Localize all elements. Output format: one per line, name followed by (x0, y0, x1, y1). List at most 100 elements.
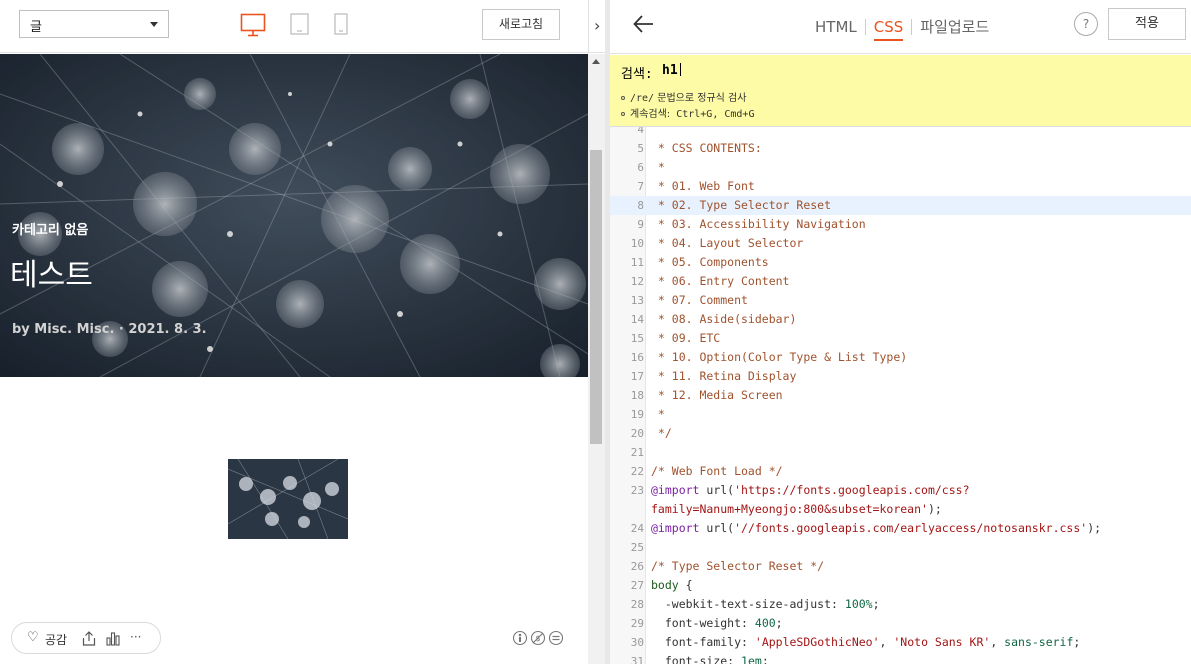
line-number: 10 (630, 237, 644, 250)
post-category[interactable]: 카테고리 없음 (12, 219, 88, 238)
heart-icon[interactable]: ♡ (27, 630, 39, 645)
line-number: 22 (630, 465, 644, 478)
line-text: * 07. Comment (651, 293, 748, 307)
line-text: * 11. Retina Display (651, 369, 797, 383)
code-line[interactable]: 23 @import url('https://fonts.googleapis.… (610, 481, 1191, 500)
tab-file-upload[interactable]: 파일업로드 (920, 16, 989, 37)
code-line[interactable]: 8 * 02. Type Selector Reset (610, 196, 1191, 215)
line-number: 4 (637, 127, 644, 136)
tab-html[interactable]: HTML (815, 18, 857, 36)
line-text: * 09. ETC (651, 331, 721, 345)
help-button[interactable]: ? (1074, 12, 1098, 36)
page-type-select[interactable]: 글 (19, 10, 169, 38)
tab-css[interactable]: CSS (873, 18, 904, 41)
line-text: font-family: 'AppleSDGothicNeo', 'Noto S… (664, 635, 1081, 649)
line-number: 26 (630, 560, 644, 573)
line-number: 30 (630, 636, 644, 649)
code-line[interactable]: 24 @import url('//fonts.googleapis.com/ea… (610, 519, 1191, 538)
line-number: 23 (630, 484, 644, 497)
code-line[interactable]: 11 * 05. Components (610, 253, 1191, 272)
caret-down-icon (150, 22, 158, 27)
line-text: /* Type Selector Reset */ (651, 559, 825, 573)
code-area[interactable]: 4 5 * CSS CONTENTS: 6 * 7 * 01. Web Font 8 *… (610, 127, 1191, 664)
code-editor-pane: HTML CSS 파일업로드 ? 적용 검색: h1 /re/ 문법으로 정규식 검… (610, 0, 1191, 664)
line-number: 29 (630, 617, 644, 630)
search-label: 검색: (621, 67, 653, 82)
post-inline-image (228, 459, 348, 539)
line-number: 21 (630, 446, 644, 459)
page-type-select-value: 글 (30, 20, 42, 35)
line-text: @import url('https://fonts.googleapis.co… (651, 483, 970, 497)
line-text: @import url('//fonts.googleapis.com/earl… (651, 521, 1102, 535)
preview-scrollbar[interactable] (588, 54, 605, 664)
code-line[interactable]: 22 /* Web Font Load */ (610, 462, 1191, 481)
code-line[interactable]: family=Nanum+Myeongjo:800&subset=korean'… (610, 500, 1191, 519)
line-text: -webkit-text-size-adjust: 100%; (664, 597, 880, 611)
code-line[interactable]: 30 font-family: 'AppleSDGothicNeo', 'Not… (610, 633, 1191, 652)
line-text: /* Web Font Load */ (651, 464, 783, 478)
post-hero: 카테고리 없음 테스트 by Misc. Misc. · 2021. 8. 3. (0, 54, 588, 377)
stats-icon[interactable] (106, 631, 120, 646)
refresh-button[interactable]: 새로고침 (482, 9, 560, 40)
line-number: 13 (630, 294, 644, 307)
search-hint-next: 계속검색: Ctrl+G, Cmd+G (621, 105, 754, 120)
code-line[interactable]: 12 * 06. Entry Content (610, 272, 1191, 291)
scroll-up-arrow-icon[interactable] (592, 59, 600, 64)
reaction-bar: ♡ 공감 ··· (11, 622, 161, 654)
more-icon[interactable]: ··· (130, 630, 141, 644)
share-icon[interactable] (82, 631, 96, 646)
scrollbar-thumb[interactable] (590, 150, 602, 444)
search-bar: 검색: h1 /re/ 문법으로 정규식 검사 계속검색: Ctrl+G, Cm… (610, 55, 1191, 127)
code-line[interactable]: 28 -webkit-text-size-adjust: 100%; (610, 595, 1191, 614)
code-line[interactable]: 15 * 09. ETC (610, 329, 1191, 348)
line-number: 16 (630, 351, 644, 364)
code-line[interactable]: 21 (610, 443, 1191, 462)
line-text: * 01. Web Font (651, 179, 755, 193)
line-number: 11 (630, 256, 644, 269)
desktop-view-icon[interactable] (240, 13, 266, 37)
post-meta: by Misc. Misc. · 2021. 8. 3. (12, 322, 207, 337)
line-number: 18 (630, 389, 644, 402)
code-line[interactable]: 4 (610, 127, 1191, 139)
line-text: * 03. Accessibility Navigation (651, 217, 866, 231)
line-number: 9 (637, 218, 644, 231)
preview-toolbar: 글 새로고침 (0, 0, 588, 53)
back-arrow-icon[interactable] (632, 12, 656, 36)
line-number: 19 (630, 408, 644, 421)
apply-button[interactable]: 적용 (1108, 8, 1186, 40)
line-text: * 08. Aside(sidebar) (651, 312, 797, 326)
code-line[interactable]: 26 /* Type Selector Reset */ (610, 557, 1191, 576)
line-text: * 02. Type Selector Reset (651, 198, 832, 212)
editor-header: HTML CSS 파일업로드 ? 적용 (610, 0, 1191, 54)
code-line[interactable]: 31 font-size: 1em; (610, 652, 1191, 664)
code-line[interactable]: 6 * (610, 158, 1191, 177)
line-text: * 05. Components (651, 255, 769, 269)
post-title: 테스트 (10, 258, 93, 293)
skin-editor-window: 글 새로고침 카테고리 없음 테스트 by Misc. Misc. · 2021… (0, 0, 1191, 664)
tablet-view-icon[interactable] (290, 13, 310, 35)
code-line[interactable]: 7 * 01. Web Font (610, 177, 1191, 196)
mobile-view-icon[interactable] (334, 13, 348, 35)
code-line[interactable]: 14 * 08. Aside(sidebar) (610, 310, 1191, 329)
line-number: 28 (630, 598, 644, 611)
search-input[interactable]: h1 (662, 63, 681, 78)
code-line[interactable]: 29 font-weight: 400; (610, 614, 1191, 633)
line-number: 14 (630, 313, 644, 326)
like-label[interactable]: 공감 (45, 631, 67, 648)
code-line[interactable]: 20 */ (610, 424, 1191, 443)
code-line[interactable]: 17 * 11. Retina Display (610, 367, 1191, 386)
code-line[interactable]: 16 * 10. Option(Color Type & List Type) (610, 348, 1191, 367)
code-line[interactable]: 5 * CSS CONTENTS: (610, 139, 1191, 158)
code-line[interactable]: 25 (610, 538, 1191, 557)
line-number: 24 (630, 522, 644, 535)
code-line[interactable]: 18 * 12. Media Screen (610, 386, 1191, 405)
line-number: 27 (630, 579, 644, 592)
code-line[interactable]: 10 * 04. Layout Selector (610, 234, 1191, 253)
code-line[interactable]: 13 * 07. Comment (610, 291, 1191, 310)
search-hint-regex: /re/ 문법으로 정규식 검사 (621, 89, 746, 104)
code-line[interactable]: 9 * 03. Accessibility Navigation (610, 215, 1191, 234)
chevron-right-icon: › (594, 16, 601, 35)
code-line[interactable]: 19 * (610, 405, 1191, 424)
code-line[interactable]: 27 body { (610, 576, 1191, 595)
line-text: */ (651, 426, 672, 440)
